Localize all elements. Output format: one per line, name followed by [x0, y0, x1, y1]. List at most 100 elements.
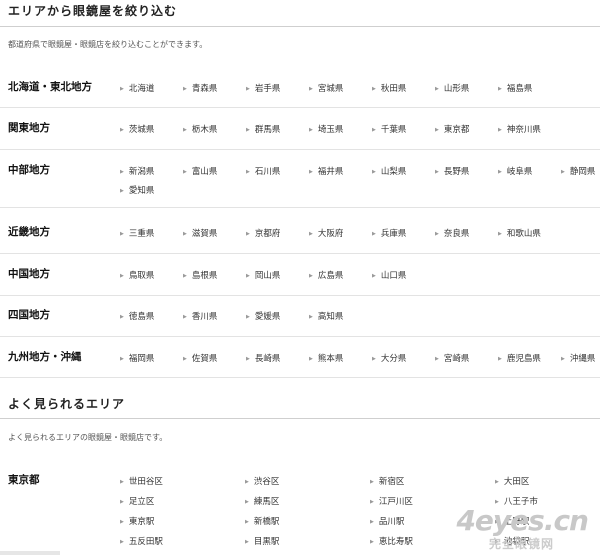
prefecture-link[interactable]: ▶ 宮崎県 [435, 352, 469, 364]
prefecture-link[interactable]: ▶ 佐賀県 [183, 352, 217, 364]
area-link[interactable]: ▶ 五反田駅 [120, 535, 163, 547]
arrow-icon: ▶ [183, 86, 187, 92]
prefecture-label: 山梨県 [380, 167, 407, 177]
prefecture-link[interactable]: ▶ 福岡県 [120, 352, 154, 364]
area-link[interactable]: ▶ 東京駅 [120, 515, 154, 527]
arrow-icon: ▶ [435, 86, 439, 92]
prefecture-link[interactable]: ▶ 大分県 [372, 352, 406, 364]
prefecture-label: 香川県 [191, 312, 218, 322]
scrollbar[interactable] [0, 551, 60, 555]
area-link[interactable]: ▶ 大田区 [495, 475, 529, 487]
prefecture-link[interactable]: ▶ 石川県 [246, 165, 280, 177]
prefecture-link[interactable]: ▶ 岐阜県 [498, 165, 532, 177]
prefecture-link[interactable]: ▶ 北海道 [120, 82, 154, 94]
arrow-icon: ▶ [309, 356, 313, 362]
prefecture-link[interactable]: ▶ 神奈川県 [498, 123, 541, 135]
prefecture-link[interactable]: ▶ 大阪府 [309, 227, 343, 239]
prefecture-link[interactable]: ▶ 東京都 [435, 123, 469, 135]
prefecture-label: 千葉県 [380, 125, 407, 135]
prefecture-label: 京都府 [254, 229, 281, 239]
arrow-icon: ▶ [370, 499, 374, 505]
prefecture-label: 福井県 [317, 167, 344, 177]
region-name: 中部地方 [8, 164, 50, 176]
prefecture-label: 群馬県 [254, 125, 281, 135]
prefecture-link[interactable]: ▶ 山梨県 [372, 165, 406, 177]
area-link[interactable]: ▶ 目黒駅 [245, 535, 279, 547]
prefecture-label: 山形県 [443, 84, 470, 94]
prefecture-link[interactable]: ▶ 京都府 [246, 227, 280, 239]
area-link[interactable]: ▶ 世田谷区 [120, 475, 163, 487]
prefecture-link[interactable]: ▶ 茨城県 [120, 123, 154, 135]
arrow-icon: ▶ [120, 169, 124, 175]
arrow-icon: ▶ [120, 188, 124, 194]
prefecture-link[interactable]: ▶ 香川県 [183, 310, 217, 322]
prefecture-label: 東京都 [443, 125, 470, 135]
prefecture-link[interactable]: ▶ 福井県 [309, 165, 343, 177]
section-title-popular: よく見られるエリア [8, 397, 126, 411]
arrow-icon: ▶ [372, 273, 376, 279]
prefecture-label: 静岡県 [569, 167, 596, 177]
arrow-icon: ▶ [309, 273, 313, 279]
area-link[interactable]: ▶ 渋谷区 [245, 475, 279, 487]
area-link[interactable]: ▶ 江戸川区 [370, 495, 413, 507]
arrow-icon: ▶ [120, 231, 124, 237]
prefecture-label: 広島県 [317, 271, 344, 281]
prefecture-link[interactable]: ▶ 奈良県 [435, 227, 469, 239]
arrow-icon: ▶ [309, 231, 313, 237]
prefecture-link[interactable]: ▶ 福島県 [498, 82, 532, 94]
arrow-icon: ▶ [370, 479, 374, 485]
area-link[interactable]: ▶ 練馬区 [245, 495, 279, 507]
arrow-icon: ▶ [435, 127, 439, 133]
arrow-icon: ▶ [120, 519, 124, 525]
arrow-icon: ▶ [435, 231, 439, 237]
prefecture-link[interactable]: ▶ 富山県 [183, 165, 217, 177]
prefecture-label: 滋賀県 [191, 229, 218, 239]
area-link[interactable]: ▶ 新橋駅 [245, 515, 279, 527]
prefecture-link[interactable]: ▶ 沖縄県 [561, 352, 595, 364]
region-row: 北海道・東北地方 ▶ 北海道 ▶ 青森県 ▶ 岩手県 ▶ 宮城県 ▶ 秋田県 ▶ 山形県 ▶ 福島県 [0, 79, 600, 108]
section-description: 都道府県で眼鏡屋・眼鏡店を絞り込むことができます。 [8, 40, 208, 49]
watermark-subtitle: 完全眼镜网 [488, 537, 554, 551]
prefecture-link[interactable]: ▶ 熊本県 [309, 352, 343, 364]
prefecture-link[interactable]: ▶ 岩手県 [246, 82, 280, 94]
prefecture-link[interactable]: ▶ 宮城県 [309, 82, 343, 94]
prefecture-link[interactable]: ▶ 島根県 [183, 269, 217, 281]
prefecture-label: 愛媛県 [254, 312, 281, 322]
prefecture-link[interactable]: ▶ 愛知県 [120, 184, 154, 196]
prefecture-link[interactable]: ▶ 埼玉県 [309, 123, 343, 135]
prefecture-label: 大阪府 [317, 229, 344, 239]
prefecture-link[interactable]: ▶ 新潟県 [120, 165, 154, 177]
prefecture-link[interactable]: ▶ 滋賀県 [183, 227, 217, 239]
prefecture-label: 熊本県 [317, 354, 344, 364]
prefecture-link[interactable]: ▶ 高知県 [309, 310, 343, 322]
prefecture-link[interactable]: ▶ 徳島県 [120, 310, 154, 322]
prefecture-link[interactable]: ▶ 栃木県 [183, 123, 217, 135]
area-link[interactable]: ▶ 足立区 [120, 495, 154, 507]
prefecture-link[interactable]: ▶ 千葉県 [372, 123, 406, 135]
prefecture-link[interactable]: ▶ 鹿児島県 [498, 352, 541, 364]
prefecture-link[interactable]: ▶ 山形県 [435, 82, 469, 94]
prefecture-link[interactable]: ▶ 和歌山県 [498, 227, 541, 239]
arrow-icon: ▶ [120, 539, 124, 545]
prefecture-link[interactable]: ▶ 兵庫県 [372, 227, 406, 239]
arrow-icon: ▶ [435, 169, 439, 175]
prefecture-label: 埼玉県 [317, 125, 344, 135]
prefecture-link[interactable]: ▶ 群馬県 [246, 123, 280, 135]
arrow-icon: ▶ [246, 273, 250, 279]
prefecture-label: 兵庫県 [380, 229, 407, 239]
prefecture-link[interactable]: ▶ 青森県 [183, 82, 217, 94]
prefecture-label: 新潟県 [128, 167, 155, 177]
prefecture-link[interactable]: ▶ 広島県 [309, 269, 343, 281]
area-link[interactable]: ▶ 恵比寿駅 [370, 535, 413, 547]
prefecture-link[interactable]: ▶ 鳥取県 [120, 269, 154, 281]
prefecture-link[interactable]: ▶ 秋田県 [372, 82, 406, 94]
prefecture-link[interactable]: ▶ 三重県 [120, 227, 154, 239]
prefecture-link[interactable]: ▶ 長崎県 [246, 352, 280, 364]
prefecture-link[interactable]: ▶ 愛媛県 [246, 310, 280, 322]
prefecture-link[interactable]: ▶ 静岡県 [561, 165, 595, 177]
area-link[interactable]: ▶ 新宿区 [370, 475, 404, 487]
prefecture-link[interactable]: ▶ 長野県 [435, 165, 469, 177]
prefecture-link[interactable]: ▶ 山口県 [372, 269, 406, 281]
area-link[interactable]: ▶ 品川駅 [370, 515, 404, 527]
prefecture-link[interactable]: ▶ 岡山県 [246, 269, 280, 281]
